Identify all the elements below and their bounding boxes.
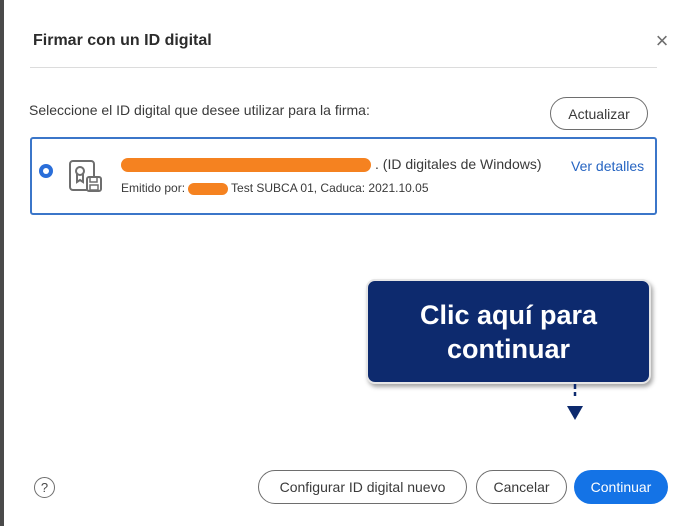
callout-line-2: continuar [446, 333, 570, 364]
dialog-title: Firmar con un ID digital [33, 32, 212, 49]
callout-arrow-icon [567, 384, 583, 420]
certificate-icon [69, 160, 102, 192]
configure-new-id-button[interactable]: Configurar ID digital nuevo [258, 470, 467, 504]
issuer-redaction [188, 182, 229, 195]
title-divider [30, 67, 657, 68]
tutorial-callout: Clic aquí para continuar [366, 279, 651, 384]
continue-button[interactable]: Continuar [574, 470, 668, 504]
selection-prompt: Seleccione el ID digital que desee utili… [29, 102, 370, 118]
issuer-info: Emitido por: Test SUBCA 01, Caduca: 2021.… [121, 181, 429, 195]
digital-id-name: . (ID digitales de Windows) [121, 156, 542, 173]
selected-radio[interactable] [39, 164, 53, 178]
close-icon[interactable]: × [653, 30, 671, 52]
help-icon[interactable]: ? [34, 477, 55, 498]
callout-line-1: Clic aquí para [419, 299, 598, 330]
view-details-link[interactable]: Ver detalles [571, 158, 644, 174]
window-edge [0, 0, 4, 526]
refresh-button[interactable]: Actualizar [550, 97, 648, 130]
issuer-details: Test SUBCA 01, Caduca: 2021.10.05 [231, 181, 429, 195]
digital-id-option[interactable]: . (ID digitales de Windows) Ver detalles… [30, 137, 657, 215]
issued-by-label: Emitido por: [121, 181, 186, 195]
name-redaction [121, 158, 371, 173]
digital-id-type: . (ID digitales de Windows) [375, 156, 542, 172]
cancel-button[interactable]: Cancelar [476, 470, 567, 504]
